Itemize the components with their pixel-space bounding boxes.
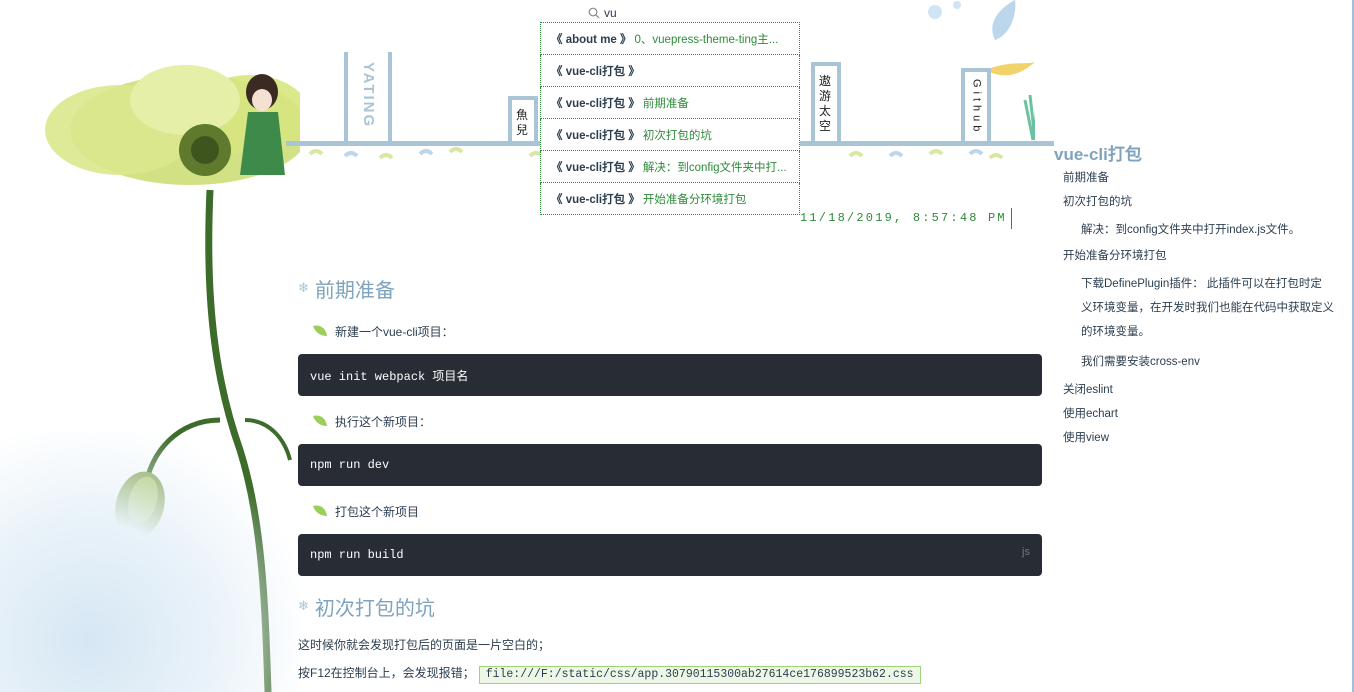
suggestion-header: 前期准备 bbox=[642, 97, 689, 110]
suggestion-header: 初次打包的坑 bbox=[642, 129, 712, 142]
suggestion-page: 《 vue-cli打包 》 bbox=[551, 129, 640, 142]
paragraph-blank-page: 这时候你就会发现打包后的页面是一片空白的； bbox=[298, 638, 551, 652]
suggestion-page: 《 vue-cli打包 》 bbox=[551, 193, 640, 206]
toc-item-eslint[interactable]: 关闭eslint bbox=[1054, 378, 1350, 402]
watercolor-wash bbox=[0, 432, 300, 692]
snowflake-icon: ❄ bbox=[298, 598, 309, 613]
search-box[interactable] bbox=[588, 4, 738, 22]
site-logo[interactable]: YATING bbox=[344, 52, 392, 142]
heading-prep[interactable]: ❄ 前期准备 bbox=[298, 270, 1042, 306]
nav-item-aoyou-char3: 太 bbox=[818, 104, 833, 118]
heading-prep-text: 前期准备 bbox=[314, 279, 395, 302]
site-logo-text: YATING bbox=[360, 62, 377, 129]
search-suggestion[interactable]: 《 vue-cli打包 》 开始准备分环境打包 bbox=[540, 183, 800, 215]
toc-item-crossenv[interactable]: 我们需要安装cross-env bbox=[1054, 350, 1350, 374]
background-illustration bbox=[0, 0, 300, 692]
nav-item-aoyou-char4: 空 bbox=[818, 119, 833, 133]
nav-item-github[interactable]: Github bbox=[961, 68, 991, 142]
toc-item-defineplugin[interactable]: 下载DefinePlugin插件： 此插件可以在打包时定 义环境变量，在开发时我… bbox=[1054, 272, 1350, 344]
code-text: vue init webpack 项目名 bbox=[310, 369, 469, 384]
list-item-text: 执行这个新项目： bbox=[335, 414, 432, 429]
nav-item-aoyou-char2: 游 bbox=[818, 89, 833, 103]
nav-item-github-label: Github bbox=[970, 78, 983, 136]
list-item-text: 新建一个vue-cli项目： bbox=[335, 324, 454, 339]
table-of-contents: vue-cli打包 前期准备 初次打包的坑 解决：到config文件夹中打开in… bbox=[1054, 140, 1350, 450]
nav-item-aoyou-char1: 遨 bbox=[818, 74, 833, 88]
code-block: npm run build js bbox=[298, 534, 1042, 576]
inline-code-path: file:///F:/static/css/app.30790115300ab2… bbox=[478, 666, 921, 684]
code-block: vue init webpack 项目名 bbox=[298, 354, 1042, 396]
toc-item-defineplugin-line2: 义环境变量，在开发时我们也能在代码中获取定义 bbox=[1081, 302, 1334, 314]
heading-pit[interactable]: ❄ 初次打包的坑 bbox=[298, 588, 1042, 624]
heading-pit-text: 初次打包的坑 bbox=[314, 597, 435, 620]
toc-item-fix[interactable]: 解决：到config文件夹中打开index.js文件。 bbox=[1054, 218, 1350, 242]
nav-item-aoyou[interactable]: 遨 游 太 空 bbox=[811, 62, 841, 142]
search-suggestion[interactable]: 《 vue-cli打包 》 解决：到config文件夹中打... bbox=[540, 151, 800, 183]
code-text: npm run build bbox=[310, 548, 404, 562]
suggestion-header: 解决：到config文件夹中打... bbox=[642, 161, 787, 174]
toc-item-view[interactable]: 使用view bbox=[1054, 426, 1350, 450]
suggestion-page: 《 vue-cli打包 》 bbox=[551, 65, 640, 78]
code-text: npm run dev bbox=[310, 458, 390, 472]
search-suggestion[interactable]: 《 vue-cli打包 》 前期准备 bbox=[540, 87, 800, 119]
code-language-label: js bbox=[1022, 546, 1030, 558]
suggestion-header: 0、vuepress-theme-ting主... bbox=[634, 33, 779, 46]
toc-item-prep[interactable]: 前期准备 bbox=[1054, 166, 1350, 190]
toc-item-defineplugin-line3: 的环境变量。 bbox=[1081, 326, 1150, 338]
search-suggestion[interactable]: 《 vue-cli打包 》 初次打包的坑 bbox=[540, 119, 800, 151]
search-icon bbox=[588, 7, 600, 19]
paragraph-console-error: 按F12在控制台上，会发现报错； file:///F:/static/css/ap… bbox=[298, 662, 1042, 684]
suggestion-page: 《 vue-cli打包 》 bbox=[551, 161, 640, 174]
toc-item-pit[interactable]: 初次打包的坑 bbox=[1054, 190, 1350, 214]
leaf-bullet-icon bbox=[313, 415, 327, 426]
datetime-display: 11/18/2019, 8:57:48 PM bbox=[800, 208, 1012, 229]
leaf-bullet-icon bbox=[313, 505, 327, 516]
toc-item-env[interactable]: 开始准备分环境打包 bbox=[1054, 244, 1350, 268]
code-block: npm run dev bbox=[298, 444, 1042, 486]
suggestion-page: 《 about me 》 bbox=[551, 33, 632, 46]
list-item: 执行这个新项目： bbox=[298, 410, 1042, 432]
suggestion-header: 开始准备分环境打包 bbox=[642, 193, 747, 206]
search-suggestions: 《 about me 》 0、vuepress-theme-ting主... 《… bbox=[540, 22, 800, 215]
search-input[interactable] bbox=[604, 6, 724, 20]
paragraph-console-error-text: 按F12在控制台上，会发现报错； bbox=[298, 666, 475, 680]
toc-title[interactable]: vue-cli打包 bbox=[1054, 140, 1350, 164]
list-item: 新建一个vue-cli项目： bbox=[298, 320, 1042, 342]
nav-item-yuer[interactable]: 魚 兒 bbox=[508, 96, 538, 142]
toc-item-defineplugin-line1: 下载DefinePlugin插件： 此插件可以在打包时定 bbox=[1081, 278, 1322, 290]
nav-item-yuer-char2: 兒 bbox=[515, 122, 530, 137]
suggestion-page: 《 vue-cli打包 》 bbox=[551, 97, 640, 110]
snowflake-icon: ❄ bbox=[298, 280, 309, 295]
list-item-text: 打包这个新项目 bbox=[335, 504, 420, 519]
search-suggestion[interactable]: 《 about me 》 0、vuepress-theme-ting主... bbox=[540, 22, 800, 55]
toc-item-echart[interactable]: 使用echart bbox=[1054, 402, 1350, 426]
article-content: ❄ 前期准备 新建一个vue-cli项目： vue init webpack 项… bbox=[298, 270, 1042, 684]
nav-item-yuer-char1: 魚 bbox=[515, 107, 530, 122]
leaf-bullet-icon bbox=[313, 325, 327, 336]
search-suggestion[interactable]: 《 vue-cli打包 》 bbox=[540, 55, 800, 87]
list-item: 打包这个新项目 bbox=[298, 500, 1042, 522]
